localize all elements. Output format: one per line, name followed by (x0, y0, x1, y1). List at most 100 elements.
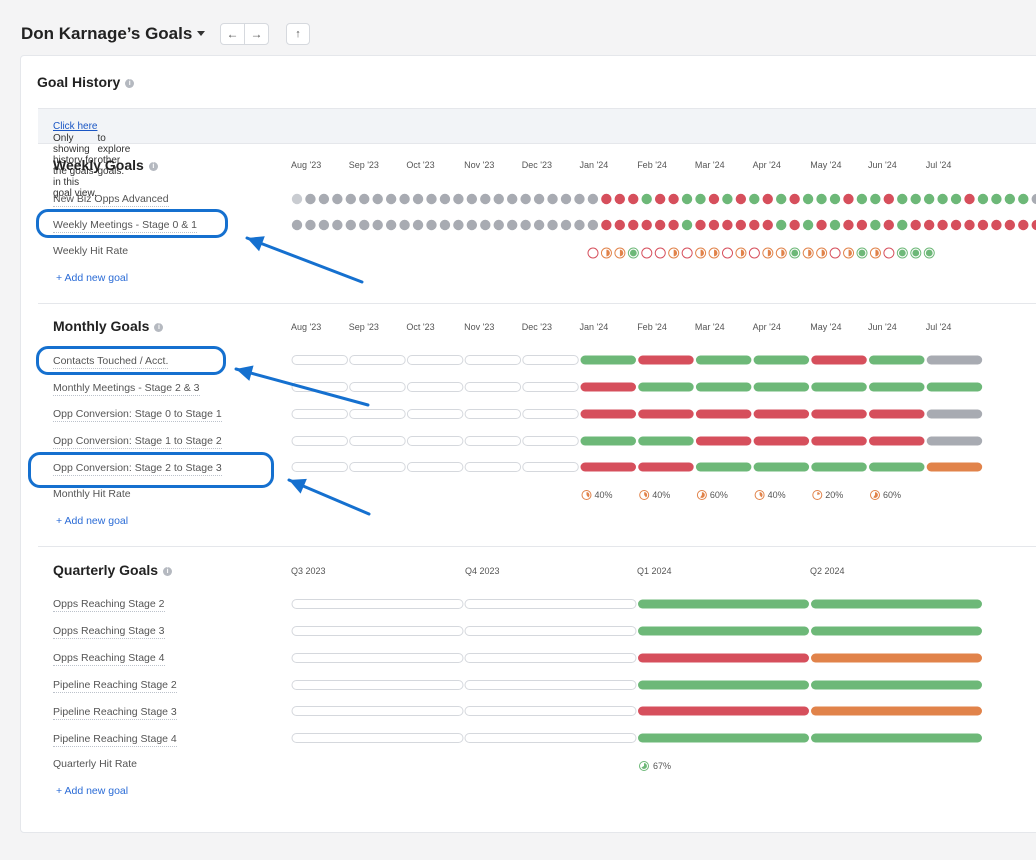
month-bar (753, 462, 810, 472)
week-dot (574, 193, 585, 205)
quarter-bar (811, 626, 982, 636)
month-bar-empty (349, 355, 406, 365)
week-dot (802, 219, 814, 231)
quarter-bar-empty (291, 653, 464, 663)
month-bar (638, 355, 694, 365)
month-bar-empty (406, 436, 464, 446)
week-dot (843, 193, 854, 205)
quarter-bar (811, 680, 982, 690)
month-bar-empty (291, 355, 348, 365)
week-dot (453, 193, 464, 205)
quarter-bar-empty (464, 599, 637, 609)
quarter-bar-empty (464, 706, 637, 716)
month-bar (811, 355, 867, 365)
week-dot (439, 193, 451, 205)
month-bar (753, 355, 810, 365)
week-dot (641, 193, 652, 205)
week-dot (466, 193, 478, 205)
hit-rate-pie (587, 247, 599, 259)
hit-rate-fill (629, 249, 637, 257)
week-dot (816, 193, 827, 205)
month-bar (926, 462, 983, 472)
week-dot (923, 219, 935, 231)
week-dot (628, 193, 639, 205)
annotation-arrow (245, 236, 364, 284)
week-dot (870, 193, 881, 205)
week-dot (587, 219, 599, 231)
month-bar (869, 462, 925, 472)
goal-history-visualization (234, 193, 1036, 771)
week-dot (802, 193, 814, 205)
month-bar (753, 436, 810, 446)
week-dot (910, 219, 921, 231)
week-dot (318, 193, 330, 205)
hit-rate-fill (925, 249, 933, 257)
week-dot (359, 219, 370, 231)
month-bar-empty (349, 409, 406, 419)
week-dot (735, 193, 747, 205)
highlight-box (36, 209, 228, 238)
week-dot (453, 219, 464, 231)
week-dot (332, 193, 343, 205)
week-dot (385, 193, 397, 205)
week-dot (829, 193, 841, 205)
week-dot (897, 193, 908, 205)
week-dot (735, 219, 747, 231)
week-dot (318, 219, 330, 231)
month-bar (638, 382, 694, 392)
month-bar (926, 355, 983, 365)
hit-rate-pie (722, 247, 733, 259)
quarter-bar-empty (291, 733, 464, 743)
week-dot (843, 219, 854, 231)
month-bar (695, 382, 752, 392)
month-bar (869, 382, 925, 392)
week-dot (910, 193, 921, 205)
week-dot (870, 219, 881, 231)
month-bar-empty (406, 409, 464, 419)
quarter-bar-empty (291, 599, 464, 609)
month-bar-empty (522, 436, 579, 446)
week-dot (722, 193, 733, 205)
week-dot (614, 193, 625, 205)
week-dot (937, 219, 948, 231)
week-dot (776, 193, 787, 205)
highlight-box (36, 346, 226, 375)
week-dot (977, 193, 989, 205)
quarter-bar-empty (291, 626, 464, 636)
week-dot (560, 219, 572, 231)
hit-rate-fill (858, 249, 866, 257)
week-dot (668, 219, 679, 231)
week-dot (1004, 193, 1016, 205)
week-dot (372, 219, 383, 231)
month-bar-empty (406, 382, 464, 392)
month-bar (869, 409, 925, 419)
week-dot (345, 219, 356, 231)
week-dot (964, 193, 975, 205)
week-dot (412, 193, 424, 205)
quarter-bar-empty (464, 626, 637, 636)
week-dot (533, 193, 545, 205)
week-dot (776, 219, 787, 231)
quarter-bar-empty (464, 680, 637, 690)
annotation-arrow (234, 367, 370, 407)
week-dot (614, 219, 625, 231)
month-bar (580, 436, 636, 446)
month-bar (695, 462, 752, 472)
week-dot (923, 193, 935, 205)
week-dot (466, 219, 478, 231)
week-dot (493, 193, 504, 205)
month-bar (638, 409, 694, 419)
hit-rate-fill (912, 249, 920, 257)
month-bar-empty (464, 409, 522, 419)
week-dot (305, 193, 316, 205)
week-dot (587, 193, 599, 205)
week-dot (950, 193, 962, 205)
quarter-bar-empty (464, 733, 637, 743)
month-bar (695, 409, 752, 419)
week-dot (695, 219, 706, 231)
week-dot (426, 193, 437, 205)
week-dot (628, 219, 639, 231)
week-dot (332, 219, 343, 231)
week-dot (991, 219, 1002, 231)
week-dot (426, 219, 437, 231)
